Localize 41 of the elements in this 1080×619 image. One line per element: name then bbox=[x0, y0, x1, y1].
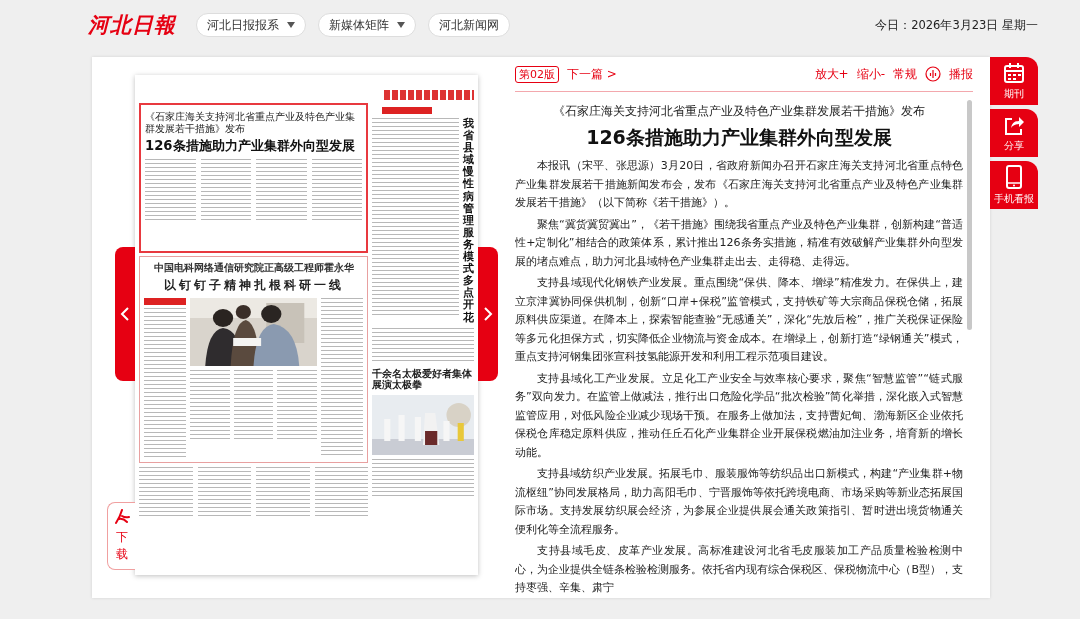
normal-size-link[interactable]: 常规 bbox=[893, 65, 917, 83]
nav-menu-button[interactable]: 新媒体矩阵 bbox=[318, 13, 416, 37]
article-paragraph: 支持县域化工产业发展。立足化工产业安全与效率核心要求，聚焦“智慧监管”“链式服务”双向发力。在监管上做减法，推行出口危险化学品“批次检验”简化举措，深化嵌入式智慧监管应用，对低风险企业减少现场干预。在服务上做加法，支持曹妃甸、渤海新区企业依托保税仓库稳定原料供应，推动任丘石化产业集群企业开展保税燃油加注业务，培育新的增长动能。 bbox=[515, 370, 963, 461]
side-tab[interactable]: 分享 bbox=[990, 109, 1038, 157]
side-tab[interactable]: 手机看报 bbox=[990, 161, 1038, 209]
logo[interactable]: 河北日報 bbox=[88, 11, 188, 39]
side-tab[interactable]: 期刊 bbox=[990, 57, 1038, 105]
chevron-left-icon bbox=[120, 307, 130, 321]
article-title: 126条措施助力产业集群外向型发展 bbox=[585, 125, 893, 150]
chevron-right-icon bbox=[483, 307, 493, 321]
article-paragraph: 支持县域现代化钢铁产业发展。重点围绕“保供、降本、增绿”精准发力。在保供上，建立京津冀协同保供机制，创新“口岸+保税”监管模式，支持铁矿等大宗商品保税仓储，拓展原料供应渠道。在降本上，探索智能查验“无感通关”，深化“先放后检”，推广关税保证保险等多元化担保方式，切实降低企业物流与资金成本。在增绿上，创新打造“绿钢通关”模式，重点支持河钢集团张宣科技氢能源开发和利用工程示范项目建设。 bbox=[515, 275, 963, 365]
next-page-button[interactable] bbox=[478, 247, 498, 381]
article-paragraph: 支持县域纺织产业发展。拓展毛巾、服装服饰等纺织品出口新模式，构建“产业集群+物流枢纽”协同发展格局，助力高阳毛巾、宁晋服饰等依托跨境电商、市场采购等新业态拓展国际市场。支持发展纺织展会经济，为参展企业提供展会通关政策指引、暂时进出境货物通关便利化等全流程服务。 bbox=[515, 466, 963, 538]
story-kicker: 中国电科网络通信研究院正高级工程师霍永华 bbox=[152, 261, 355, 275]
vertical-headline: 我省县域慢性病管理服务模式多点开花 bbox=[463, 118, 474, 324]
page-badge[interactable]: 第02版 bbox=[515, 65, 559, 83]
download-button[interactable]: 下载 bbox=[107, 502, 135, 570]
story-headline: 千余名太极爱好者集体展演太极拳 bbox=[372, 367, 473, 391]
zoom-in-link[interactable]: 放大+ bbox=[814, 65, 849, 83]
nav-menu-button[interactable]: 河北新闻网 bbox=[428, 13, 510, 37]
audio-icon[interactable] bbox=[925, 66, 941, 82]
story-headline: 以钉钉子精神扎根科研一线 bbox=[162, 277, 345, 294]
tag-drawing bbox=[144, 298, 186, 305]
phone-icon bbox=[1006, 164, 1022, 189]
calendar-icon bbox=[1003, 61, 1025, 84]
zoom-out-link[interactable]: 缩小- bbox=[856, 65, 885, 83]
tag-drawing bbox=[382, 107, 432, 114]
story-headline: 126条措施助力产业集群外向型发展 bbox=[145, 137, 356, 155]
article-paragraph: 本报讯（宋平、张思源）3月20日，省政府新闻办召开石家庄海关支持河北省重点特色产业集群发展若干措施新闻发布会，发布《石家庄海关支持河北省重点产业及特色产业集群发展若干措施》（以下简称《若干措施》）。 bbox=[515, 158, 963, 211]
article-kicker: 《石家庄海关支持河北省重点产业及特色产业集群发展若干措施》发布 bbox=[552, 104, 926, 119]
story-kicker: 《石家庄海关支持河北省重点产业及特色产业集群发展若干措施》发布 bbox=[145, 111, 356, 134]
date-label: 今日：2026年3月23日 星期一 bbox=[875, 17, 1038, 33]
article-paragraph: 聚焦“冀货冀贸冀出”，《若干措施》围绕我省重点产业及特色产业集群，创新构建“普适性+定制化”相结合的政策体系，累计推出126条务实措施，精准有效破解产业集群外向型发展的堵点难点，助力河北县域特色产业集群走出去、走得稳、走得远。 bbox=[515, 216, 963, 270]
play-link[interactable]: 播报 bbox=[949, 65, 973, 83]
scrollbar-thumb[interactable] bbox=[967, 100, 972, 330]
highlight-frame[interactable]: 《石家庄海关支持河北省重点产业及特色产业集群发展若干措施》发布 126条措施助力产业集群外向型发展 bbox=[139, 103, 368, 253]
previous-page-button[interactable] bbox=[115, 247, 135, 381]
pdf-icon bbox=[113, 509, 130, 525]
next-article-link[interactable]: 下一篇 > bbox=[567, 65, 617, 83]
article-paragraph: 支持县域毛皮、皮革产业发展。高标准建设河北省毛皮服装加工产品质量检验检测中心，为企业提供全链条检验检测服务。依托省内现有综合保税区、保税物流中心（B型），支持枣强、辛集、肃宁 bbox=[515, 543, 963, 596]
nav-menu-button[interactable]: 河北日报报系 bbox=[196, 13, 306, 37]
